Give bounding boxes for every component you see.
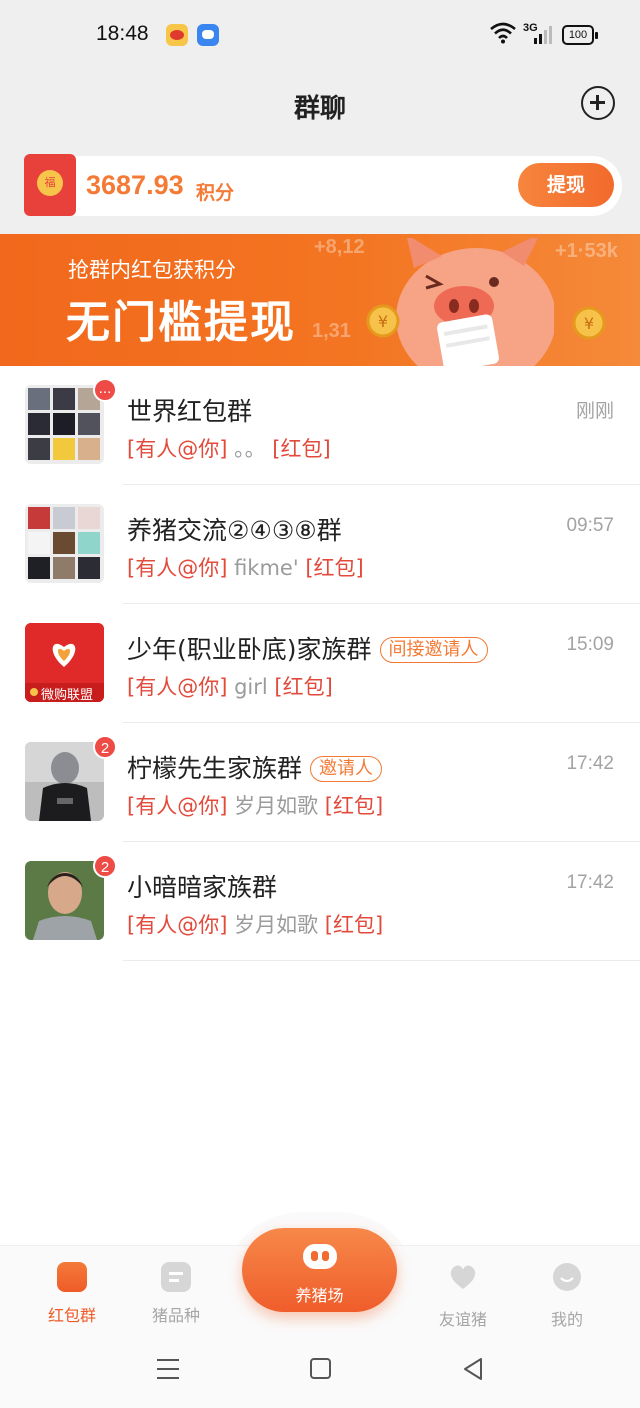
nav-item-friendship-pig[interactable]: 友谊猪 xyxy=(418,1262,508,1330)
nav-label: 养猪场 xyxy=(295,1286,344,1305)
chat-item-pig-exchange[interactable]: 养猪交流②④③⑧群 09:57 [有人@你] fikme' [红包] xyxy=(0,485,640,604)
chat-time: 17:42 xyxy=(566,753,614,774)
red-packet-icon xyxy=(57,1262,87,1292)
avatar-caption: 微购联盟 xyxy=(41,688,94,702)
weibo-notification-icon xyxy=(166,24,188,46)
svg-text:¥: ¥ xyxy=(378,312,388,331)
role-tag: 邀请人 xyxy=(310,756,383,782)
page-title: 群聊 xyxy=(293,94,346,124)
chat-preview: [有人@你] fikme' [红包] xyxy=(127,552,364,582)
red-packet-tag: [红包] xyxy=(305,556,364,580)
nav-label: 友谊猪 xyxy=(438,1310,487,1329)
chat-item-xiaoanan-family[interactable]: 2 小暗暗家族群 17:42 [有人@你] 岁月如歌 [红包] xyxy=(0,842,640,961)
banner-deco-text: +8,12 xyxy=(314,236,365,258)
red-packet-tag: [红包] xyxy=(272,437,331,461)
svg-text:¥: ¥ xyxy=(584,314,594,333)
chat-item-lemon-family[interactable]: 2 柠檬先生家族群 邀请人 17:42 [有人@你] 岁月如歌 [红包] xyxy=(0,723,640,842)
heart-icon xyxy=(450,1265,476,1289)
chat-name: 小暗暗家族群 xyxy=(127,873,278,902)
unread-badge: 2 xyxy=(93,854,117,878)
coin-icon: ¥ xyxy=(366,304,400,338)
smile-icon xyxy=(553,1263,581,1291)
chat-preview: [有人@你] 岁月如歌 [红包] xyxy=(127,909,383,939)
red-packet-icon: 福 xyxy=(24,154,76,216)
points-unit: 积分 xyxy=(196,182,235,204)
chat-name: 少年(职业卧底)家族群 间接邀请人 xyxy=(127,630,488,666)
group-avatar xyxy=(25,504,104,583)
status-time: 18:48 xyxy=(96,22,149,45)
chat-preview: [有人@你] girl [红包] xyxy=(127,671,333,701)
menu-key-icon[interactable] xyxy=(157,1359,179,1379)
unread-badge: 2 xyxy=(93,735,117,759)
nav-item-mine[interactable]: 我的 xyxy=(522,1262,612,1330)
chat-time: 15:09 xyxy=(566,634,614,655)
banner-deco-text: 1,31 xyxy=(312,320,351,342)
points-card: 福 3687.93 积分 提现 xyxy=(24,154,622,216)
chat-preview: [有人@你] 岁月如歌 [红包] xyxy=(127,790,383,820)
nav-label: 我的 xyxy=(550,1310,583,1329)
signal-icon xyxy=(534,26,552,44)
role-tag: 间接邀请人 xyxy=(379,637,488,663)
promo-banner[interactable]: +8,12 +1·53k 1,31 抢群内红包获积分 无门槛提现 ¥ ¥ xyxy=(0,234,640,366)
chat-time: 刚刚 xyxy=(575,401,614,422)
chat-name: 养猪交流②④③⑧群 xyxy=(127,516,342,545)
wifi-icon xyxy=(490,22,516,44)
red-packet-tag: [红包] xyxy=(324,913,384,937)
preview-text: 岁月如歌 xyxy=(234,913,319,937)
group-avatar xyxy=(25,385,104,464)
unread-badge: ... xyxy=(93,378,117,402)
banner-deco-text: +1·53k xyxy=(555,240,618,262)
chat-item-youth-family[interactable]: 微购联盟 少年(职业卧底)家族群 间接邀请人 15:09 [有人@你] girl … xyxy=(0,604,640,723)
nav-label: 红包群 xyxy=(47,1306,96,1325)
mention-tag: [有人@你] xyxy=(127,794,228,818)
group-avatar: 微购联盟 xyxy=(25,623,104,702)
message-notification-icon xyxy=(197,24,219,46)
group-avatar xyxy=(25,861,104,940)
nav-item-redpacket-groups[interactable]: 红包群 xyxy=(27,1262,117,1326)
preview-text: 。。 xyxy=(234,437,266,461)
nav-item-pig-breeds[interactable]: 猪品种 xyxy=(131,1262,221,1326)
battery-icon: 100 xyxy=(562,25,598,45)
chat-time: 17:42 xyxy=(566,872,614,893)
nav-label: 猪品种 xyxy=(151,1306,200,1325)
breed-card-icon xyxy=(161,1262,191,1292)
pig-nose-icon xyxy=(303,1244,337,1269)
banner-title: 无门槛提现 xyxy=(66,297,296,348)
mention-tag: [有人@你] xyxy=(127,556,228,580)
red-packet-tag: [红包] xyxy=(274,675,333,699)
group-avatar xyxy=(25,742,104,821)
fortune-coin-icon: 福 xyxy=(37,170,63,196)
nav-item-pig-farm[interactable]: 养猪场 xyxy=(242,1228,397,1312)
chat-preview: [有人@你] 。。 [红包] xyxy=(127,433,331,463)
preview-text: girl xyxy=(234,675,268,699)
preview-text: fikme' xyxy=(234,556,299,580)
system-nav-bar xyxy=(0,1340,640,1408)
red-packet-tag: [红包] xyxy=(324,794,384,818)
chat-name: 世界红包群 xyxy=(127,397,253,426)
status-bar: 18:48 3G 100 xyxy=(0,0,640,70)
mention-tag: [有人@你] xyxy=(127,675,228,699)
add-group-button[interactable] xyxy=(581,86,615,120)
points-area: 福 3687.93 积分 提现 xyxy=(0,150,640,234)
withdraw-button[interactable]: 提现 xyxy=(518,163,614,207)
mention-tag: [有人@你] xyxy=(127,437,228,461)
divider xyxy=(123,960,640,961)
pig-mascot-icon xyxy=(396,238,554,366)
header: 群聊 xyxy=(0,70,640,150)
back-key-icon[interactable] xyxy=(462,1357,484,1381)
chat-list: ... 世界红包群 刚刚 [有人@你] 。。 [红包] 养猪交流②④③⑧群 09… xyxy=(0,366,640,961)
preview-text: 岁月如歌 xyxy=(234,794,319,818)
chat-name: 柠檬先生家族群 邀请人 xyxy=(127,749,383,785)
home-key-icon[interactable] xyxy=(310,1358,331,1379)
banner-subtitle: 抢群内红包获积分 xyxy=(68,258,236,282)
mention-tag: [有人@你] xyxy=(127,913,228,937)
coin-icon: ¥ xyxy=(572,306,606,340)
chat-item-world-redpacket[interactable]: ... 世界红包群 刚刚 [有人@你] 。。 [红包] xyxy=(0,366,640,485)
points-value: 3687.93 xyxy=(86,170,184,200)
chat-time: 09:57 xyxy=(566,515,614,536)
